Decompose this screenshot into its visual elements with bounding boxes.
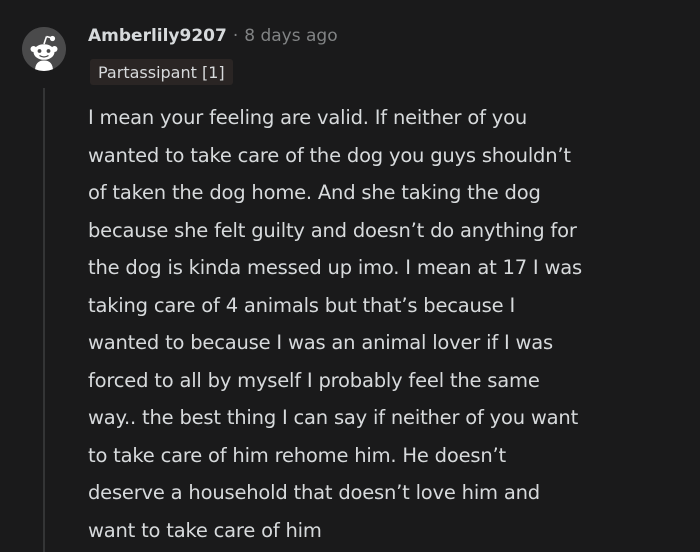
comment-body: I mean your feeling are valid. If neithe… [88, 106, 582, 542]
avatar[interactable] [22, 27, 66, 71]
separator-dot: · [232, 26, 239, 46]
comment: Amberlily9207 · 8 days ago Partassipant … [0, 0, 700, 552]
thread-line[interactable] [43, 88, 45, 552]
reddit-snoo-icon [22, 27, 66, 71]
user-flair: Partassipant [1] [90, 59, 233, 85]
comment-header: Amberlily9207 · 8 days ago [88, 22, 338, 50]
timestamp[interactable]: 8 days ago [244, 26, 337, 46]
username[interactable]: Amberlily9207 [88, 26, 227, 46]
